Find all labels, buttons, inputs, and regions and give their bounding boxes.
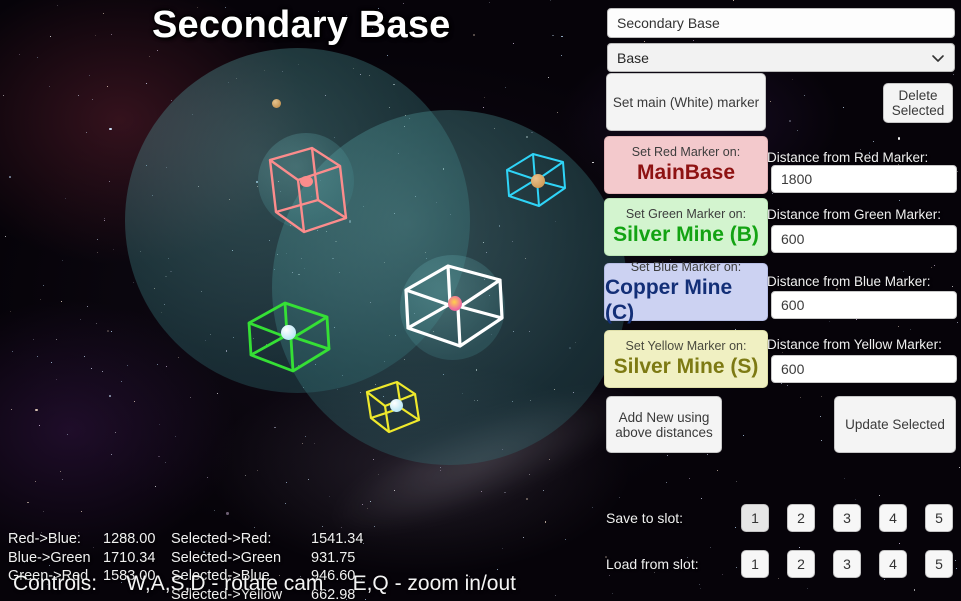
green-marker-value: Silver Mine (B) [613,223,759,246]
set-blue-marker-button[interactable]: Set Blue Marker on: Copper Mine (C) [604,259,768,324]
cyan-marker-box[interactable] [503,148,573,218]
save-slot-5[interactable]: 5 [925,504,953,532]
save-slot-3[interactable]: 3 [833,504,861,532]
load-slot-4[interactable]: 4 [879,550,907,578]
delete-selected-line2: Selected [891,103,945,118]
delete-selected-line1: Delete [898,88,938,103]
white-marker-core [448,296,462,311]
editor-panel: Secondary Base Base Set main (White) mar… [600,0,961,601]
stat-value: 1288.00 [103,531,156,547]
cyan-marker-core [531,174,545,188]
add-new-line2: above distances [615,424,713,440]
load-slot-buttons: 1 2 3 4 5 [741,550,953,578]
table-row: Blue->Green 1710.34 Selected->Green 931.… [8,549,363,568]
distance-from-yellow-input[interactable]: 600 [771,355,957,383]
marker-name-input[interactable]: Secondary Base [607,8,955,38]
load-slot-2[interactable]: 2 [787,550,815,578]
set-green-marker-caption: Set Green Marker on: [625,207,747,221]
save-slot-4[interactable]: 4 [879,504,907,532]
stat-value: 1541.34 [311,531,364,547]
distance-from-red-input[interactable]: 1800 [771,165,957,193]
save-to-slot-label: Save to slot: [606,510,684,526]
red-marker-box[interactable] [258,136,368,236]
green-marker-box[interactable] [243,295,338,380]
game-screen: Secondary Base Red->Blue: 1288.00 Select… [0,0,961,601]
stat-label: Red->Blue: [8,531,81,547]
add-new-line1: Add New using [618,409,710,425]
distance-from-green-label: Distance from Green Marker: [767,207,942,222]
load-slot-1[interactable]: 1 [741,550,769,578]
save-to-slot-row: Save to slot: 1 2 3 4 5 [606,504,953,532]
stat-label: Selected->Red: [171,531,272,547]
set-main-white-marker-button[interactable]: Set main (White) marker [606,73,766,131]
stat-value: 1710.34 [103,549,156,566]
chevron-down-icon [931,51,945,65]
red-marker-core [300,176,313,187]
distance-from-red-label: Distance from Red Marker: [767,150,929,165]
distance-from-blue-label: Distance from Blue Marker: [767,274,931,289]
stat-value: 931.75 [311,549,356,566]
set-red-marker-caption: Set Red Marker on: [631,145,741,159]
stat-label: Blue->Green [8,549,91,566]
white-marker-box[interactable] [400,258,510,358]
load-slot-5[interactable]: 5 [925,550,953,578]
load-slot-3[interactable]: 3 [833,550,861,578]
distance-from-green-input[interactable]: 600 [771,225,957,253]
save-slot-buttons: 1 2 3 4 5 [741,504,953,532]
delete-selected-button[interactable]: Delete Selected [883,83,953,123]
red-marker-value: MainBase [636,161,736,184]
marker-type-select[interactable]: Base [607,43,955,72]
table-row: Red->Blue: 1288.00 Selected->Red: 1541.3… [8,530,363,549]
page-title: Secondary Base [152,4,451,46]
load-from-slot-label: Load from slot: [606,556,699,572]
load-from-slot-row: Load from slot: 1 2 3 4 5 [606,550,953,578]
green-marker-core [281,325,296,340]
update-selected-button[interactable]: Update Selected [834,396,956,453]
yellow-marker-core [390,399,403,412]
set-yellow-marker-caption: Set Yellow Marker on: [625,339,747,353]
set-blue-marker-caption: Set Blue Marker on: [630,259,742,274]
set-red-marker-button[interactable]: Set Red Marker on: MainBase [604,136,768,194]
blue-marker-value: Copper Mine (C) [605,275,733,324]
set-green-marker-button[interactable]: Set Green Marker on: Silver Mine (B) [604,198,768,256]
stat-label: Selected->Green [171,549,282,566]
yellow-marker-box[interactable] [363,376,433,438]
add-new-using-distances-button[interactable]: Add New using above distances [606,396,722,453]
set-yellow-marker-button[interactable]: Set Yellow Marker on: Silver Mine (S) [604,330,768,388]
yellow-marker-value: Silver Mine (S) [613,355,759,378]
save-slot-2[interactable]: 2 [787,504,815,532]
distance-from-yellow-label: Distance from Yellow Marker: [767,337,942,352]
controls-hint: Controls: W,A,S,D - rotate cam E,Q - zoo… [13,572,516,595]
save-slot-1[interactable]: 1 [741,504,769,532]
distant-planet-dot [272,99,281,108]
distance-from-blue-input[interactable]: 600 [771,291,957,319]
marker-type-select-value: Base [617,49,649,66]
